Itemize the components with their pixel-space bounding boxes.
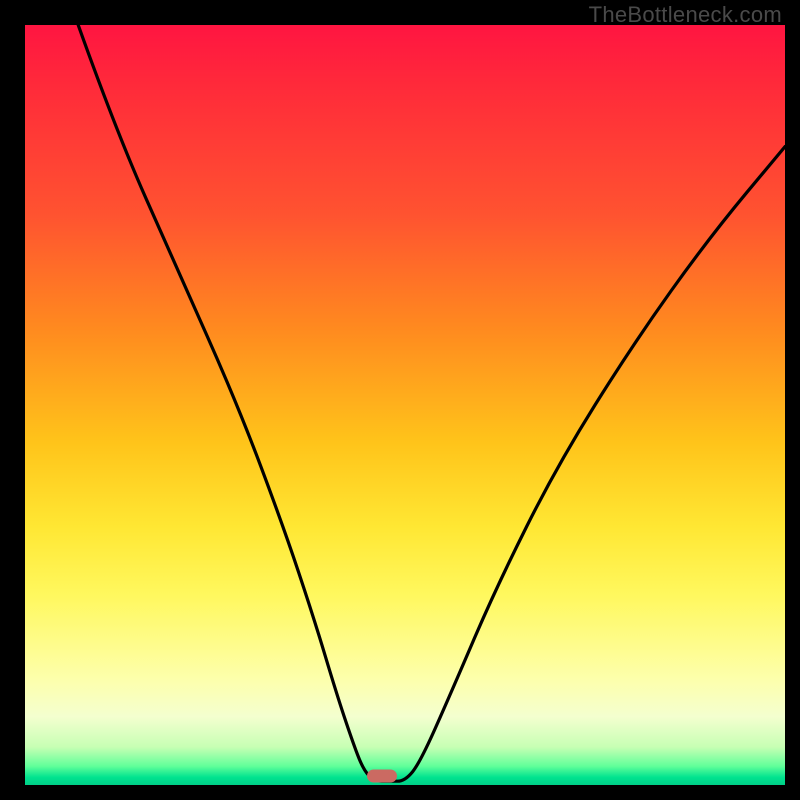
curve-svg [25, 25, 785, 785]
watermark-label: TheBottleneck.com [589, 2, 782, 28]
chart-frame: TheBottleneck.com [0, 0, 800, 800]
bottleneck-curve [78, 25, 785, 781]
plot-area [25, 25, 785, 785]
optimal-marker [367, 769, 397, 782]
